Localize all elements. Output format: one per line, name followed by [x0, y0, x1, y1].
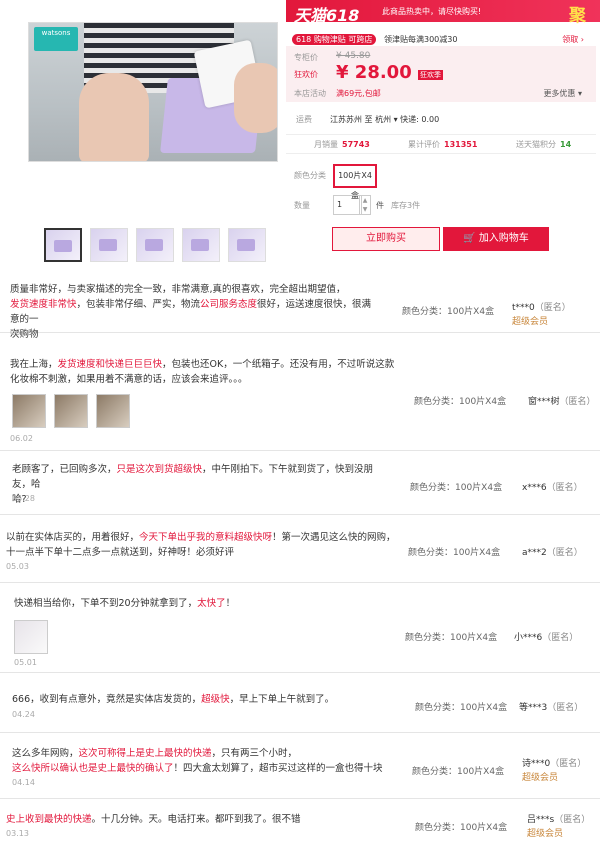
review-photo[interactable] — [12, 394, 46, 428]
review-item: 老顾客了，已回购多次，只是这次到货超级快，中午刚拍下。下午就到货了，快到没朋友，… — [0, 450, 600, 515]
product-thumbnail[interactable] — [90, 228, 128, 262]
coupon-text: 领津贴每满300减30 — [384, 35, 458, 44]
vip-badge: 超级会员 — [522, 773, 559, 783]
monthly-sales: 月销量 57743 — [314, 140, 370, 149]
tmall-618-banner: 天猫618 此商品热卖中，请尽快购买! 聚 — [286, 0, 600, 26]
review-text: 质量非常好，与卖家描述的完全一致，非常满意,真的很喜欢，完全超出期望值， 发货速… — [10, 284, 372, 340]
review-spec: 颜色分类：100片X4盒 — [405, 633, 498, 643]
review-spec: 颜色分类：100片X4盒 — [415, 703, 508, 713]
review-item: 快递相当给你，下单不到20分钟就拿到了，太快了！ 05.01 颜色分类：100片… — [0, 588, 600, 673]
original-price-label: 专柜价 — [294, 53, 318, 62]
get-coupon-link[interactable]: 领取 › — [562, 34, 584, 45]
review-user: x***6（匿名） — [522, 483, 583, 493]
store-activity-text: 满69元,包邮 — [336, 89, 381, 98]
product-thumbnail[interactable] — [182, 228, 220, 262]
review-item: 史上收到最快的快递。十几分钟。天。电话打来。都吓到我了。很不错 03.13 颜色… — [0, 802, 600, 850]
review-date: 04.24 — [12, 710, 35, 719]
review-photo[interactable] — [14, 620, 48, 654]
review-spec: 颜色分类：100片X4盒 — [415, 823, 508, 833]
product-thumbnail[interactable] — [44, 228, 82, 262]
vip-badge: 超级会员 — [512, 317, 549, 327]
review-spec: 颜色分类：100片X4盒 — [412, 767, 505, 777]
total-reviews[interactable]: 累计评价 131351 — [408, 139, 477, 150]
review-user: a***2（匿名） — [522, 548, 583, 558]
quantity-unit: 件 — [376, 201, 384, 210]
review-text: 以前在实体店买的，用着很好，今天下单出乎我的意料超级快呀！第一次遇见这么快的网购… — [6, 532, 396, 558]
review-user: 诗***0（匿名） — [522, 759, 587, 769]
tmall-logo: 天猫618 — [294, 6, 360, 25]
sales-stats: 月销量 57743 累计评价 131351 送天猫积分 14 — [286, 134, 596, 154]
review-text: 666，收到有点意外，竟然是实体店发货的，超级快，早上下单上午就到了。 — [12, 694, 335, 705]
review-date: 06.03 — [10, 328, 33, 337]
quantity-input[interactable]: 1 — [333, 195, 362, 215]
promo-badge: 狂欢季 — [418, 70, 443, 80]
juhuasuan-icon: 聚 — [569, 6, 586, 26]
review-date: 04.14 — [12, 778, 35, 787]
review-user: 等***3（匿名） — [519, 703, 584, 713]
review-item: 以前在实体店买的，用着很好，今天下单出乎我的意料超级快呀！第一次遇见这么快的网购… — [0, 520, 600, 583]
review-date: 05.28 — [12, 494, 35, 503]
review-date: 03.13 — [6, 829, 29, 838]
review-spec: 颜色分类：100片X4盒 — [402, 307, 495, 317]
review-text: 这么多年网购，这次可称得上是史上最快的快递，只有两三个小时， 这么快所以确认也是… — [12, 748, 383, 774]
review-item: 我在上海，发货速度和快递巨巨巨快，包装也还OK，一个纸箱子。还没有用，不过听说这… — [0, 348, 600, 451]
stock-count: 库存3件 — [391, 201, 421, 210]
promo-price-label: 狂欢价 — [294, 70, 318, 79]
product-detail-panel: watsons 天猫618 此商品热卖中，请尽快购买! 聚 618 购物津贴 可… — [0, 0, 600, 268]
review-item: 666，收到有点意外，竟然是实体店发货的，超级快，早上下单上午就到了。 04.2… — [0, 678, 600, 733]
color-option-label: 颜色分类 — [294, 171, 326, 180]
quantity-label: 数量 — [294, 201, 310, 210]
review-date: 05.03 — [6, 562, 29, 571]
brand-badge: watsons — [34, 27, 78, 51]
review-spec: 颜色分类：100片X4盒 — [410, 483, 503, 493]
review-photo[interactable] — [96, 394, 130, 428]
more-deals-link[interactable]: 更多优惠 ▾ — [543, 88, 582, 99]
promo-price: ¥ 28.00 — [336, 62, 412, 83]
color-option-selected[interactable]: 100片X4盒 — [333, 164, 377, 200]
review-user: t***0（匿名） — [512, 303, 571, 313]
review-user: 小***6（匿名） — [514, 633, 579, 643]
review-spec: 颜色分类：100片X4盒 — [408, 548, 501, 558]
review-text: 快递相当给你，下单不到20分钟就拿到了，太快了！ — [14, 598, 236, 609]
review-item: 这么多年网购，这次可称得上是史上最快的快递，只有两三个小时， 这么快所以确认也是… — [0, 738, 600, 799]
review-date: 06.02 — [10, 434, 33, 443]
price-box: 专柜价 ¥ 45.80 狂欢价 ¥ 28.00 狂欢季 本店活动 满69元,包邮… — [286, 46, 596, 102]
review-text: 老顾客了，已回购多次，只是这次到货超级快，中午刚拍下。下午就到货了，快到没朋友，… — [12, 464, 374, 505]
banner-tip: 此商品热卖中，请尽快购买! — [382, 7, 482, 16]
quantity-stepper[interactable]: ▲ ▼ — [359, 195, 371, 215]
review-item: 质量非常好，与卖家描述的完全一致，非常满意,真的很喜欢，完全超出期望值， 发货速… — [0, 270, 600, 340]
review-user: 吕***s（匿名） — [527, 815, 591, 825]
coupon-tag: 618 购物津贴 可跨店 — [292, 34, 377, 45]
shipping-label: 运费 — [296, 115, 312, 124]
vip-badge: 超级会员 — [527, 829, 564, 839]
review-text: 我在上海，发货速度和快递巨巨巨快，包装也还OK，一个纸箱子。还没有用，不过听说这… — [10, 359, 395, 385]
tmall-points: 送天猫积分 14 — [516, 140, 572, 149]
review-text: 史上收到最快的快递。十几分钟。天。电话打来。都吓到我了。很不错 — [6, 814, 301, 825]
product-thumbnail[interactable] — [228, 228, 266, 262]
original-price: ¥ 45.80 — [336, 51, 371, 61]
product-thumbnail[interactable] — [136, 228, 174, 262]
shipping-destination-selector[interactable]: 江苏苏州 至 杭州 ▾ 快递: 0.00 — [330, 114, 439, 125]
review-spec: 颜色分类：100片X4盒 — [414, 397, 507, 407]
thumbnail-strip — [44, 228, 266, 262]
buy-now-button[interactable]: 立即购买 — [332, 227, 440, 251]
review-photo[interactable] — [54, 394, 88, 428]
review-date: 05.01 — [14, 658, 37, 667]
store-activity-label: 本店活动 — [294, 89, 326, 98]
review-user: 窗***树（匿名） — [528, 397, 596, 407]
add-to-cart-button[interactable]: 🛒 加入购物车 — [443, 227, 549, 251]
